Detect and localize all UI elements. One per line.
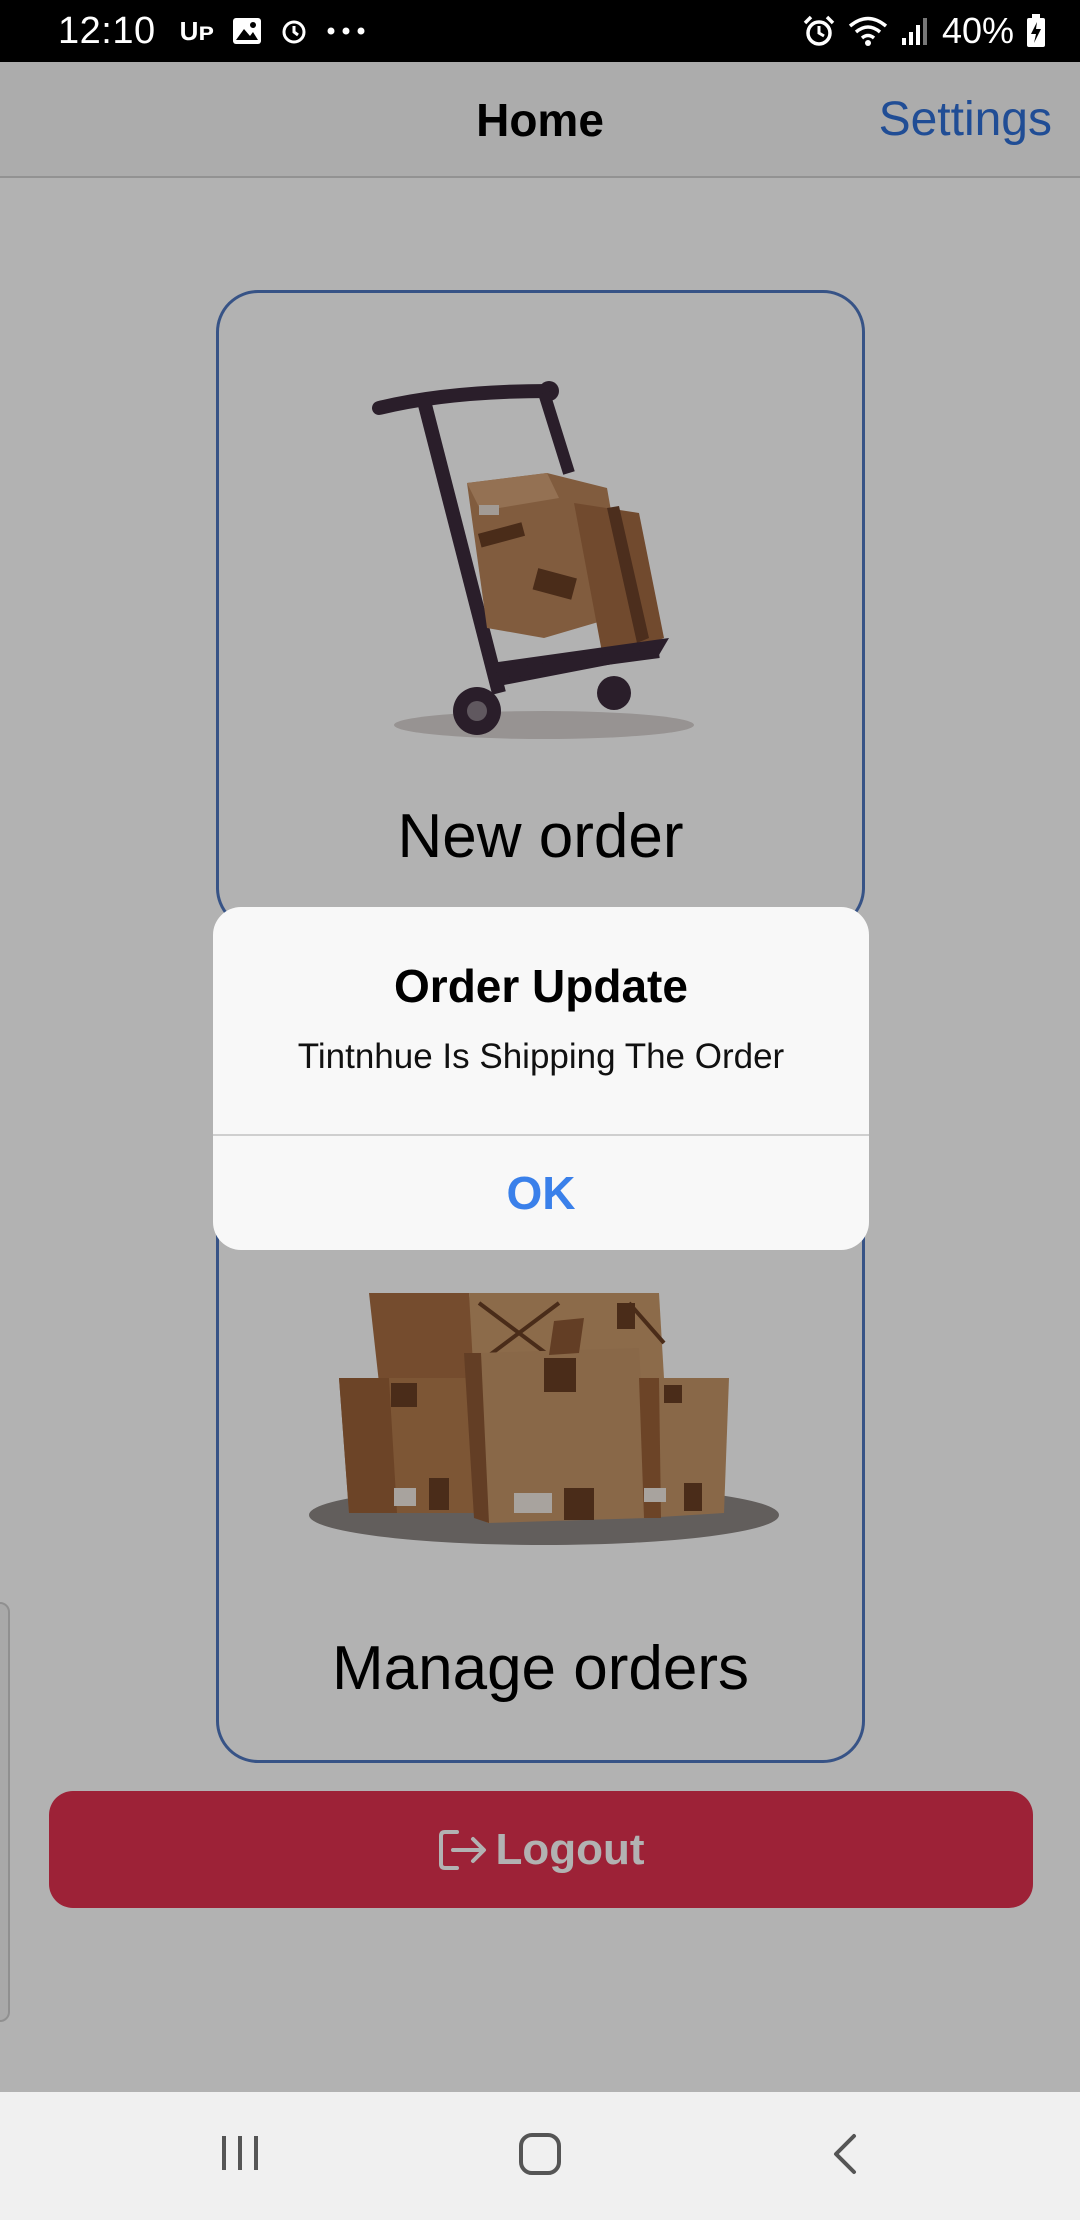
alarm-icon: [803, 15, 835, 46]
dialog-title: Order Update: [394, 960, 688, 1012]
status-time: 12:10: [58, 9, 156, 52]
status-left-icons: Uᴘ: [180, 17, 367, 45]
home-icon[interactable]: [517, 2132, 563, 2176]
status-bar: 12:10 Uᴘ 40%: [0, 0, 1080, 62]
ok-button[interactable]: OK: [213, 1136, 869, 1250]
alarm-clock-icon: [282, 20, 306, 44]
uber-icon: Uᴘ: [179, 16, 215, 46]
battery-percent: 40%: [941, 10, 1014, 51]
battery-icon: [1027, 14, 1045, 47]
dialog-message: Tintnhue Is Shipping The Order: [297, 1037, 785, 1076]
recent-apps-icon[interactable]: [218, 2132, 262, 2174]
system-navigation-bar: [0, 2092, 1080, 2220]
more-dots-icon: [327, 27, 365, 35]
status-right-icons: 40%: [802, 10, 1046, 52]
image-icon: [233, 18, 262, 44]
order-update-dialog: Order Update Tintnhue Is Shipping The Or…: [213, 907, 869, 1250]
wifi-icon: [848, 16, 888, 46]
signal-icon: [901, 18, 927, 45]
back-icon[interactable]: [828, 2132, 862, 2176]
